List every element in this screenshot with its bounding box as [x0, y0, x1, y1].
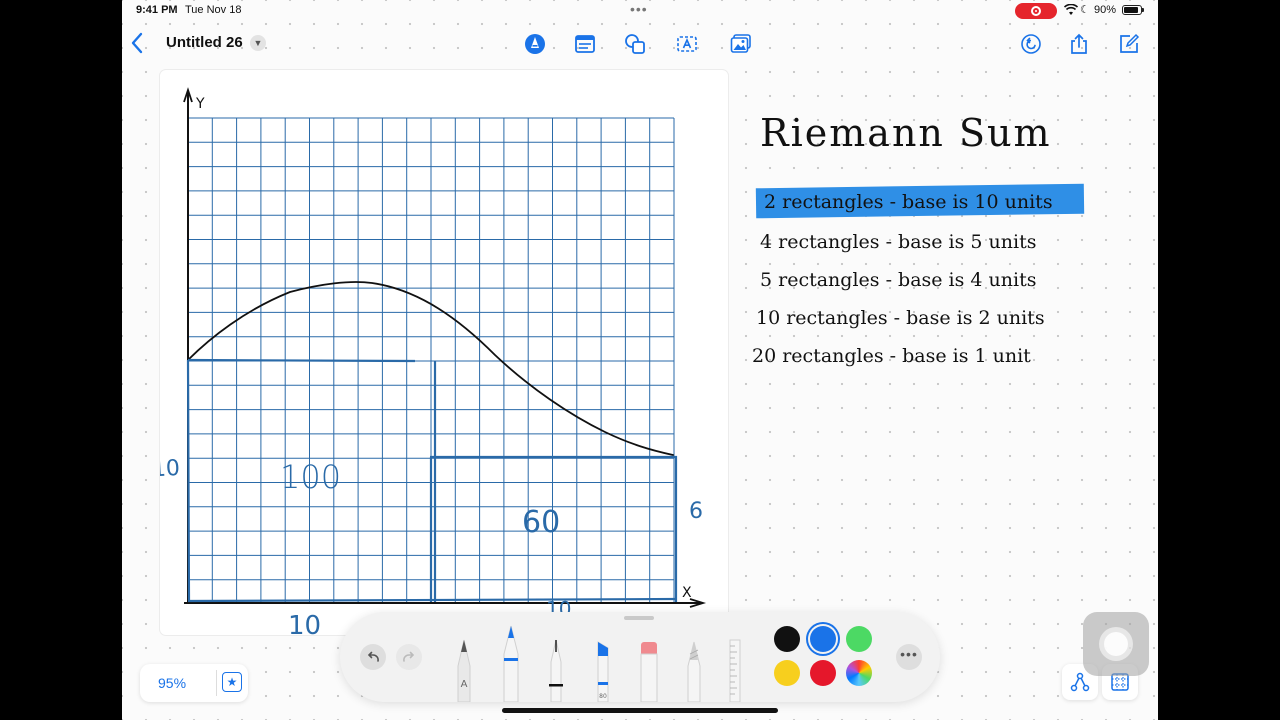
text-frame-button[interactable]	[674, 32, 700, 56]
pencil-tool[interactable]: A	[454, 636, 474, 702]
chevron-left-icon	[131, 32, 143, 54]
pen-tool-button[interactable]	[522, 32, 548, 56]
eraser-tool[interactable]	[638, 640, 660, 702]
notes-title: Riemann Sum	[760, 111, 1052, 155]
focus-moon-icon: ☾	[1080, 4, 1090, 16]
zoom-divider	[216, 670, 217, 696]
rectangle-1-height-label: 10	[160, 456, 181, 482]
shapes-button[interactable]	[622, 32, 648, 56]
undo-history-button[interactable]	[1018, 32, 1044, 56]
screen-recording-indicator[interactable]	[1015, 3, 1057, 19]
pen-tool[interactable]	[500, 624, 522, 702]
ruler-tool[interactable]	[728, 638, 742, 702]
drawing-canvas[interactable]: Y X 10 100 60 6 10 10	[160, 70, 728, 635]
color-swatch-red[interactable]	[810, 660, 836, 686]
back-button[interactable]	[130, 30, 150, 56]
rectangle-2-area-label: 60	[522, 505, 560, 540]
redo-icon	[403, 651, 415, 662]
status-time: 9:41 PM	[136, 4, 178, 16]
shapes-icon	[625, 34, 645, 54]
ipad-screen: 9:41 PM Tue Nov 18 ••• ☾ 90% Untitled 26…	[122, 0, 1158, 720]
assistive-touch-dot	[1104, 632, 1128, 656]
connectors-icon	[1070, 672, 1090, 692]
status-bar: 9:41 PM Tue Nov 18 ••• ☾ 90%	[122, 0, 1158, 22]
rectangle-1-area-label: 100	[280, 458, 341, 496]
handwritten-notes[interactable]: Riemann Sum 2 rectangles - base is 10 un…	[742, 100, 1142, 400]
undo-icon	[367, 651, 379, 662]
more-button[interactable]: •••	[896, 644, 922, 670]
highlighter-tool[interactable]: 80	[592, 638, 614, 702]
record-icon	[1031, 6, 1041, 16]
document-title[interactable]: Untitled 26	[166, 34, 243, 51]
text-box-icon	[575, 35, 595, 53]
toolbar-drag-handle[interactable]	[624, 616, 654, 620]
compose-button[interactable]	[1116, 32, 1142, 56]
insert-media-button[interactable]	[728, 32, 754, 56]
battery-fill	[1124, 7, 1139, 13]
undo-history-icon	[1021, 34, 1041, 54]
notes-line-5: 20 rectangles - base is 1 unit	[752, 345, 1031, 367]
home-indicator[interactable]	[502, 708, 778, 713]
notes-line-2: 4 rectangles - base is 5 units	[760, 231, 1036, 253]
color-swatch-yellow[interactable]	[774, 660, 800, 686]
star-icon[interactable]: ★	[222, 672, 242, 692]
share-button[interactable]	[1066, 32, 1092, 56]
drawing-toolbar: A 80 •••	[340, 612, 940, 702]
svg-text:A: A	[461, 679, 468, 690]
battery-icon	[1122, 5, 1144, 15]
notes-line-4: 10 rectangles - base is 2 units	[756, 307, 1045, 329]
more-icon: •••	[900, 646, 918, 662]
color-swatch-black[interactable]	[774, 626, 800, 652]
text-frame-icon	[677, 36, 697, 52]
y-axis-label: Y	[195, 96, 205, 112]
pen-tip-icon	[525, 34, 545, 54]
svg-text:80: 80	[599, 693, 607, 700]
zoom-level[interactable]: 95%	[158, 675, 186, 691]
insert-image-icon	[730, 34, 751, 53]
share-icon	[1071, 33, 1087, 54]
riemann-drawing[interactable]: Y X 10 100 60 6 10 10	[160, 70, 728, 635]
rectangle-1-base-label: 10	[288, 611, 321, 635]
compose-icon	[1120, 33, 1140, 53]
rectangle-2-height-label: 6	[689, 499, 703, 524]
color-swatch-blue[interactable]	[810, 626, 836, 652]
notes-line-1: 2 rectangles - base is 10 units	[764, 191, 1053, 213]
nav-bar: Untitled 26 ▼	[122, 22, 1158, 66]
fineliner-tool[interactable]	[546, 638, 566, 702]
assistive-touch-button[interactable]	[1083, 612, 1149, 676]
redo-button[interactable]	[396, 644, 422, 670]
x-axis-label: X	[682, 585, 692, 601]
zoom-control: 95% ★	[140, 664, 248, 702]
undo-button[interactable]	[360, 644, 386, 670]
battery-percent: 90%	[1094, 4, 1117, 16]
status-date: Tue Nov 18	[185, 4, 242, 16]
multitask-dots[interactable]: •••	[630, 1, 648, 17]
notes-line-3: 5 rectangles - base is 4 units	[760, 269, 1036, 291]
text-box-button[interactable]	[572, 32, 598, 56]
title-chevron-down-icon[interactable]: ▼	[250, 35, 266, 51]
color-swatch-green[interactable]	[846, 626, 872, 652]
wifi-icon	[1064, 4, 1078, 15]
crayon-tool[interactable]	[684, 640, 704, 702]
color-wheel-icon[interactable]	[846, 660, 872, 686]
